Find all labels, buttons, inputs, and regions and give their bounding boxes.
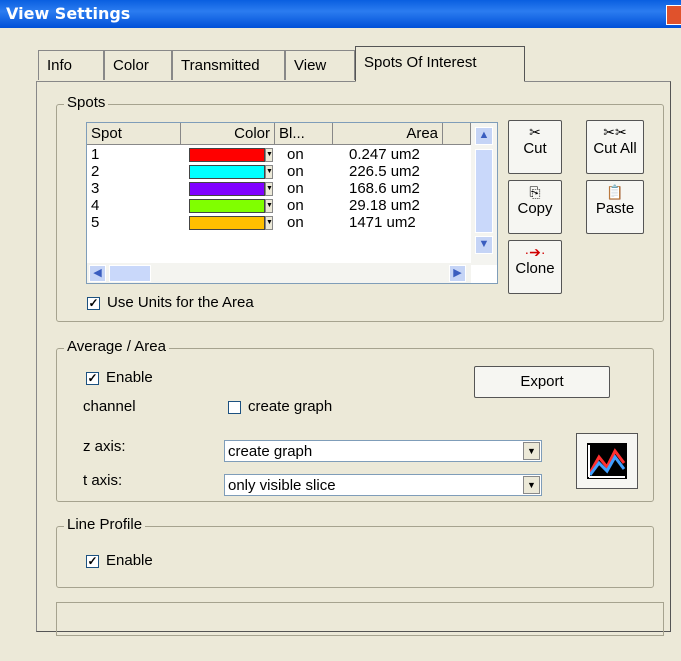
paste-label: Paste [595,200,635,217]
line-profile-group-label: Line Profile [64,516,146,533]
table-row[interactable]: 1 ▼ on 0.247 um2 [87,147,471,163]
area-value: 168.6 um2 [349,180,420,197]
spot-id: 1 [91,146,100,163]
average-area-group-label: Average / Area [64,338,169,355]
create-graph-checkbox[interactable] [228,401,241,414]
column-header-filler [443,123,471,145]
use-units-checkbox[interactable]: ✓ [87,297,100,310]
hscroll-thumb[interactable] [109,265,151,282]
status-bar [56,602,664,636]
color-swatch[interactable] [189,216,265,230]
copy-icon: ⎘ [529,184,541,200]
tab-color[interactable]: Color [104,50,172,80]
area-value: 1471 um2 [349,214,416,231]
scroll-up-icon[interactable]: ▲ [475,127,493,145]
spot-id: 5 [91,214,100,231]
create-graph-label: create graph [248,398,333,415]
blink-value: on [287,197,304,214]
vertical-scrollbar[interactable]: ▲ ▼ [471,123,497,265]
scissors-double-icon: ✂✂ [603,124,627,140]
use-units-label: Use Units for the Area [107,294,254,311]
table-row[interactable]: 4 ▼ on 29.18 um2 [87,198,471,214]
scroll-right-icon[interactable]: ▶ [449,265,466,282]
blink-value: on [287,146,304,163]
column-header-area[interactable]: Area [333,123,443,145]
area-value: 0.247 um2 [349,146,420,163]
copy-label: Copy [517,200,553,217]
tab-info[interactable]: Info [38,50,104,80]
table-row[interactable]: 2 ▼ on 226.5 um2 [87,164,471,180]
column-header-color[interactable]: Color [181,123,275,145]
horizontal-scrollbar[interactable]: ◀ ▶ [87,263,471,283]
t-axis-value: only visible slice [228,477,336,494]
blink-value: on [287,163,304,180]
chevron-down-icon[interactable]: ▼ [265,165,273,179]
z-axis-select[interactable]: create graph ▼ [224,440,542,462]
tab-view[interactable]: View [285,50,355,80]
scroll-thumb[interactable] [475,149,493,233]
cut-all-button[interactable]: ✂✂ Cut All [586,120,644,174]
column-header-spot[interactable]: Spot [87,123,181,145]
cut-label: Cut [523,140,547,157]
window-title: View Settings [6,4,131,23]
table-row[interactable]: 5 ▼ on 1471 um2 [87,215,471,231]
z-axis-value: create graph [228,443,313,460]
chevron-down-icon[interactable]: ▼ [523,476,540,494]
color-swatch[interactable] [189,199,265,213]
copy-button[interactable]: ⎘ Copy [508,180,562,234]
line-graph-icon [587,443,627,479]
close-button[interactable] [666,5,681,25]
spots-group-label: Spots [64,94,109,111]
channel-label: channel [83,398,136,415]
tab-spots-of-interest[interactable]: Spots Of Interest [355,46,525,82]
spot-id: 4 [91,197,100,214]
spot-id: 3 [91,180,100,197]
line-profile-enable-label: Enable [106,552,153,569]
cut-all-label: Cut All [593,140,637,157]
scissors-icon: ✂ [529,124,541,140]
area-value: 226.5 um2 [349,163,420,180]
blink-value: on [287,180,304,197]
scroll-down-icon[interactable]: ▼ [475,236,493,254]
chevron-down-icon[interactable]: ▼ [265,182,273,196]
t-axis-label: t axis: [83,472,123,489]
spot-id: 2 [91,163,100,180]
chevron-down-icon[interactable]: ▼ [523,442,540,460]
chevron-down-icon[interactable]: ▼ [265,148,273,162]
cut-button[interactable]: ✂ Cut [508,120,562,174]
blink-value: on [287,214,304,231]
color-swatch[interactable] [189,165,265,179]
scroll-left-icon[interactable]: ◀ [89,265,106,282]
clone-label: Clone [515,260,555,277]
clipboard-icon: 📋 [606,184,624,200]
title-bar: View Settings [0,0,681,28]
chevron-down-icon[interactable]: ▼ [265,216,273,230]
t-axis-select[interactable]: only visible slice ▼ [224,474,542,496]
color-swatch[interactable] [189,148,265,162]
clone-button[interactable]: ·➔· Clone [508,240,562,294]
average-enable-label: Enable [106,369,153,386]
chevron-down-icon[interactable]: ▼ [265,199,273,213]
column-header-blink[interactable]: Bl... [275,123,333,145]
average-enable-checkbox[interactable]: ✓ [86,372,99,385]
area-value: 29.18 um2 [349,197,420,214]
color-swatch[interactable] [189,182,265,196]
z-axis-label: z axis: [83,438,126,455]
graph-button[interactable] [576,433,638,489]
table-row[interactable]: 3 ▼ on 168.6 um2 [87,181,471,197]
tab-transmitted[interactable]: Transmitted [172,50,285,80]
spots-list[interactable]: Spot Color Bl... Area 1 ▼ on 0.247 um2 2 ▼ on 2… [86,122,498,284]
export-button[interactable]: Export [474,366,610,398]
clone-icon: ·➔· [524,244,546,260]
paste-button[interactable]: 📋 Paste [586,180,644,234]
line-profile-enable-checkbox[interactable]: ✓ [86,555,99,568]
